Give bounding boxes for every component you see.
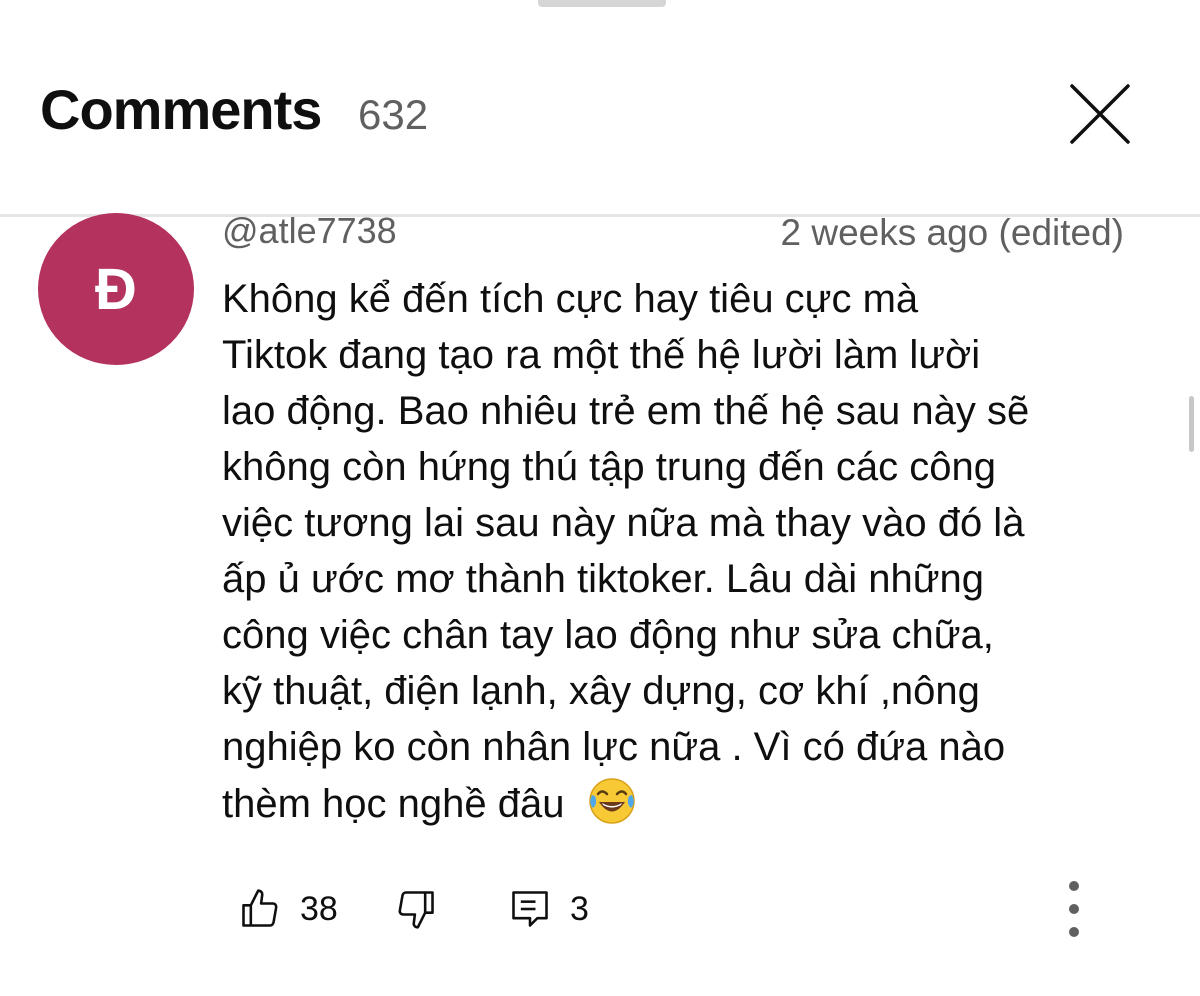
comment-thread: Đ @atle7738 2 weeks ago (edited) Không k…: [0, 211, 1200, 996]
close-button[interactable]: [1064, 78, 1136, 150]
more-actions-button[interactable]: [1050, 877, 1098, 941]
avatar[interactable]: Đ: [38, 213, 194, 365]
comment-line: ấp ủ ước mơ thành tiktoker. Lâu dài nhữn…: [222, 557, 985, 601]
like-count: 38: [300, 889, 338, 928]
thumbs-up-icon: [242, 889, 278, 927]
thumbs-down-icon: [398, 891, 434, 929]
face-with-tears-of-joy-icon: [588, 778, 635, 824]
reply-count: 3: [570, 889, 589, 928]
comment-line: Tiktok đang tạo ra một thế hệ lười làm l…: [222, 333, 981, 377]
drag-handle[interactable]: [538, 0, 666, 7]
reply-button[interactable]: 3: [508, 877, 589, 941]
comment-line: Không kể đến tích cực hay tiêu cực mà: [222, 277, 919, 321]
comment-line: lao động. Bao nhiêu trẻ em thế hệ sau nà…: [222, 389, 1030, 433]
comment-actions: 38 3: [0, 877, 1200, 941]
like-button[interactable]: 38: [238, 877, 338, 941]
comment-timestamp: 2 weeks ago (edited): [780, 212, 1124, 253]
comment-line-last: thèm học nghề đâu: [222, 775, 1152, 832]
more-vertical-icon: [1069, 881, 1079, 937]
close-icon: [1070, 84, 1130, 144]
comments-title: Comments: [40, 78, 322, 141]
comment-text: Không kể đến tích cực hay tiêu cực mà Ti…: [222, 271, 1152, 832]
comment-line: không còn hứng thú tập trung đến các côn…: [222, 445, 997, 489]
avatar-letter: Đ: [95, 256, 137, 322]
comments-count: 632: [358, 91, 429, 138]
dislike-button[interactable]: [394, 877, 438, 941]
comment-line: thèm học nghề đâu: [222, 782, 565, 826]
reply-comment-icon: [512, 891, 548, 927]
comment-line: kỹ thuật, điện lạnh, xây dựng, cơ khí ,n…: [222, 669, 980, 713]
comment-line: nghiệp ko còn nhân lực nữa . Vì có đứa n…: [222, 725, 1006, 769]
comment-line: công việc chân tay lao động như sửa chữa…: [222, 613, 994, 657]
comments-header: Comments 632: [0, 60, 1200, 170]
comment-line: việc tương lai sau này nữa mà thay vào đ…: [222, 501, 1025, 545]
comment-author[interactable]: @atle7738: [222, 211, 397, 251]
comments-panel: Comments 632 Đ @atle7738 2 weeks ago (ed…: [0, 0, 1200, 996]
